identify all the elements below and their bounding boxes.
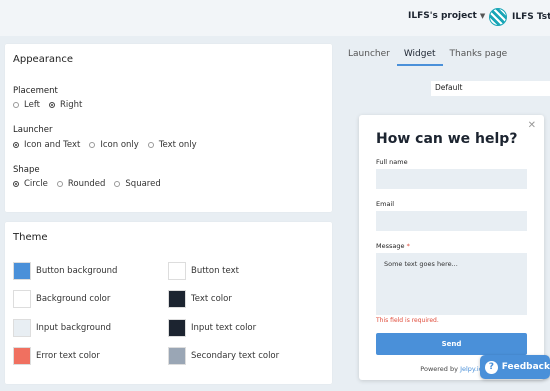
radio-dot [56, 181, 63, 187]
appearance-title: Appearance [13, 54, 74, 65]
radio-label: Right [60, 100, 83, 110]
button-background-setting[interactable]: Button background [13, 262, 117, 280]
swatch-label: Secondary text color [191, 351, 280, 361]
radio-dot [89, 142, 96, 148]
error-message: This field is required. [376, 317, 439, 324]
swatch-label: Button text [191, 266, 239, 276]
radio-dot-selected [49, 102, 55, 108]
user-menu[interactable]: ILFS Tst▼ [489, 6, 550, 28]
email-field[interactable] [376, 211, 527, 231]
placement-right-radio[interactable]: Right [49, 100, 82, 110]
feedback-button[interactable]: ? Feedback [480, 355, 550, 379]
secondary-text-color-setting[interactable]: Secondary text color [168, 347, 279, 365]
radio-label: Left [24, 100, 40, 110]
project-name: ILFS's project [408, 11, 477, 21]
radio-label: Text only [158, 140, 197, 150]
shape-squared-radio[interactable]: Squared [114, 179, 161, 189]
top-bar: ILFS's project▼ ILFS Tst▼ [0, 0, 550, 36]
launcher-options: Icon and Text Icon only Text only [13, 140, 206, 150]
message-field[interactable]: Some text goes here... [376, 253, 527, 315]
radio-dot [114, 181, 121, 187]
send-button[interactable]: Send [376, 333, 527, 355]
radio-dot-selected [13, 142, 19, 148]
placement-options: Left Right [13, 100, 91, 110]
color-swatch[interactable] [13, 290, 31, 308]
radio-label: Circle [24, 179, 48, 189]
shape-rounded-radio[interactable]: Rounded [56, 179, 106, 189]
error-text-color-setting[interactable]: Error text color [13, 347, 100, 365]
preview-tabs: Launcher Widget Thanks page [341, 44, 514, 66]
color-swatch[interactable] [13, 347, 31, 365]
button-text-setting[interactable]: Button text [168, 262, 239, 280]
radio-dot [147, 142, 154, 148]
radio-label: Rounded [67, 179, 106, 189]
launcher-icon-text-radio[interactable]: Icon and Text [13, 140, 80, 150]
radio-label: Squared [125, 179, 161, 189]
radio-label: Icon and Text [24, 140, 81, 150]
swatch-label: Button background [36, 266, 118, 276]
widget-title: How can we help? [376, 131, 518, 147]
input-text-color-setting[interactable]: Input text color [168, 319, 256, 337]
tab-widget[interactable]: Widget [396, 44, 443, 66]
shape-options: Circle Rounded Squared [13, 179, 170, 189]
radio-dot-selected [13, 181, 19, 187]
message-label-row: Message * [376, 242, 410, 250]
email-label: Email [376, 200, 395, 208]
required-marker: * [406, 242, 410, 250]
powered-prefix: Powered by [420, 365, 458, 373]
color-swatch[interactable] [168, 290, 186, 308]
avatar-icon [489, 8, 507, 26]
question-icon: ? [485, 360, 498, 374]
message-label: Message [376, 242, 405, 250]
color-swatch[interactable] [13, 262, 31, 280]
theme-title: Theme [13, 232, 48, 243]
background-color-setting[interactable]: Background color [13, 290, 110, 308]
shape-circle-radio[interactable]: Circle [13, 179, 48, 189]
swatch-label: Text color [191, 294, 232, 304]
tab-thanks-page[interactable]: Thanks page [443, 44, 515, 66]
color-swatch[interactable] [168, 347, 186, 365]
theme-card: Theme Button background Button text Back… [5, 222, 332, 384]
launcher-icon-only-radio[interactable]: Icon only [89, 140, 139, 150]
color-swatch[interactable] [168, 262, 186, 280]
appearance-card: Appearance Placement Left Right Launcher… [5, 44, 332, 212]
radio-label: Icon only [100, 140, 139, 150]
swatch-label: Error text color [36, 351, 100, 361]
placement-left-radio[interactable]: Left [13, 100, 40, 110]
close-icon[interactable]: ✕ [528, 120, 536, 131]
project-selector[interactable]: ILFS's project ▼ [408, 11, 485, 21]
color-swatch[interactable] [13, 319, 31, 337]
swatch-label: Input background [36, 323, 111, 333]
color-swatch[interactable] [168, 319, 186, 337]
launcher-label: Launcher [13, 125, 53, 135]
template-select[interactable]: Default [431, 81, 550, 96]
text-color-setting[interactable]: Text color [168, 290, 232, 308]
swatch-label: Input text color [191, 323, 257, 333]
user-name: ILFS Tst [512, 12, 550, 22]
full-name-field[interactable] [376, 169, 527, 189]
input-background-setting[interactable]: Input background [13, 319, 111, 337]
feedback-label: Feedback [501, 362, 550, 372]
tab-launcher[interactable]: Launcher [341, 44, 397, 66]
swatch-label: Background color [36, 294, 111, 304]
widget-preview: ✕ How can we help? Full name Email Messa… [359, 115, 544, 380]
shape-label: Shape [13, 165, 40, 175]
radio-dot [13, 102, 19, 108]
chevron-down-icon: ▼ [479, 12, 486, 20]
launcher-text-only-radio[interactable]: Text only [147, 140, 197, 150]
placement-label: Placement [13, 86, 58, 96]
full-name-label: Full name [376, 158, 408, 166]
